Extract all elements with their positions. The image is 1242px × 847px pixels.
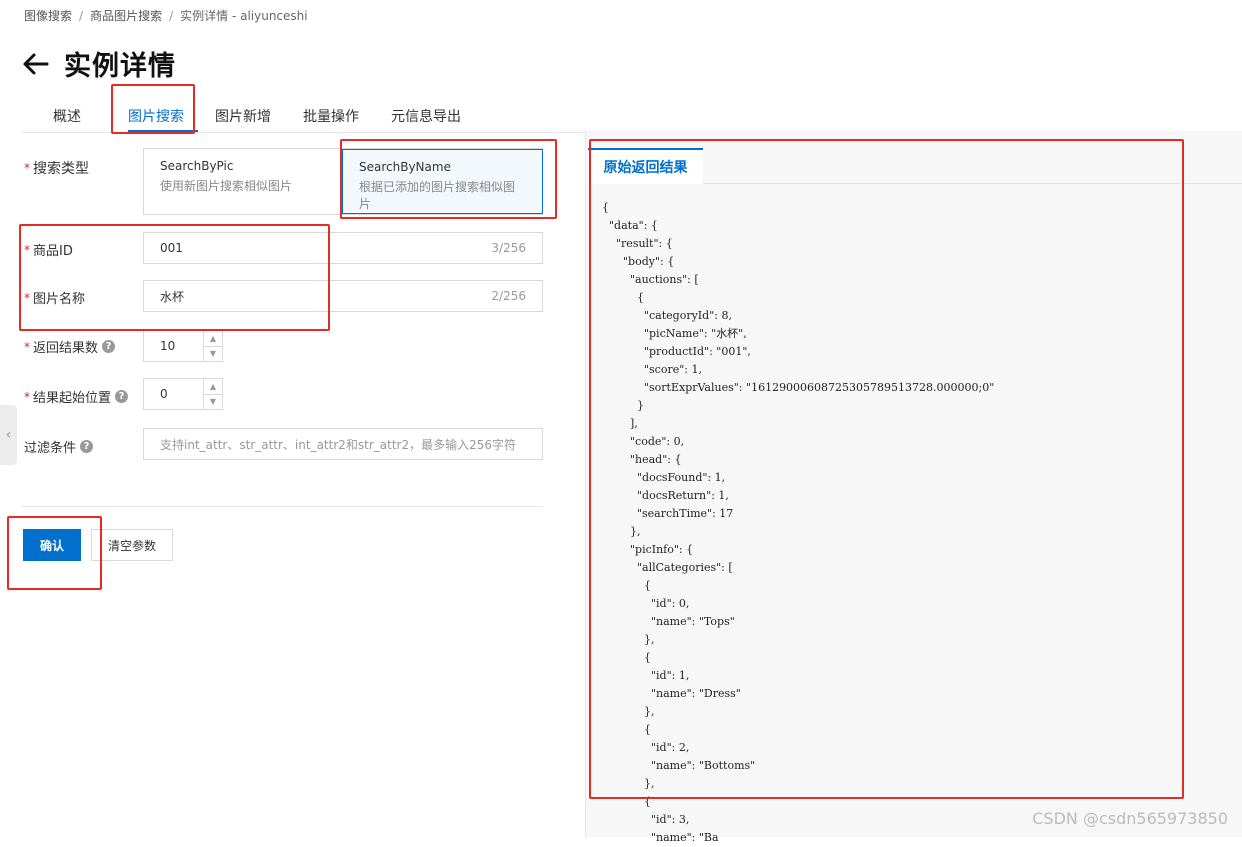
start-position-stepper[interactable]: 0 ▲ ▼ bbox=[143, 378, 223, 410]
page-title: 实例详情 bbox=[64, 51, 176, 82]
breadcrumb-item-image-search[interactable]: 图像搜索 bbox=[24, 9, 72, 23]
sidebar-collapse-handle[interactable]: ‹ bbox=[0, 405, 17, 465]
page-header: 实例详情 bbox=[22, 44, 176, 83]
form-divider bbox=[22, 506, 543, 507]
tab-overview[interactable]: 概述 bbox=[53, 106, 81, 126]
chevron-up-icon[interactable]: ▲ bbox=[204, 379, 222, 395]
annotation-box-confirm bbox=[7, 516, 102, 590]
filter-input[interactable]: 支持int_attr、str_attr、int_attr2和str_attr2，… bbox=[143, 428, 543, 460]
result-count-stepper[interactable]: 10 ▲ ▼ bbox=[143, 330, 223, 362]
annotation-box-search-type bbox=[340, 139, 557, 219]
chevron-down-icon[interactable]: ▼ bbox=[204, 347, 222, 362]
tab-bar: 概述 图片搜索 图片新增 批量操作 元信息导出 bbox=[22, 100, 1242, 133]
arrow-left-icon[interactable] bbox=[22, 50, 50, 78]
annotation-box-result bbox=[589, 139, 1184, 799]
char-counter: 2/256 bbox=[491, 289, 526, 303]
clear-params-button[interactable]: 清空参数 bbox=[91, 529, 173, 561]
start-position-label: * 结果起始位置? bbox=[24, 387, 129, 406]
annotation-box-inputs bbox=[19, 224, 330, 331]
watermark: CSDN @csdn565973850 bbox=[1032, 809, 1228, 828]
search-type-label: * 搜索类型 bbox=[24, 161, 89, 177]
help-icon[interactable]: ? bbox=[102, 340, 116, 353]
option-search-by-pic[interactable]: SearchByPic 使用新图片搜索相似图片 bbox=[144, 149, 342, 214]
help-icon[interactable]: ? bbox=[115, 390, 129, 403]
breadcrumb: 图像搜索 / 商品图片搜索 / 实例详情 - aliyunceshi bbox=[24, 7, 308, 24]
breadcrumb-item-product-search[interactable]: 商品图片搜索 bbox=[90, 9, 162, 23]
tab-metadata-export[interactable]: 元信息导出 bbox=[391, 106, 461, 126]
chevron-down-icon[interactable]: ▼ bbox=[204, 395, 222, 410]
filter-label: 过滤条件? bbox=[24, 437, 94, 456]
breadcrumb-separator: / bbox=[169, 9, 174, 23]
result-count-label: * 返回结果数? bbox=[24, 337, 116, 356]
char-counter: 3/256 bbox=[491, 241, 526, 255]
tab-batch-operation[interactable]: 批量操作 bbox=[303, 106, 359, 126]
breadcrumb-separator: / bbox=[79, 9, 84, 23]
chevron-up-icon[interactable]: ▲ bbox=[204, 331, 222, 347]
annotation-box-tab bbox=[111, 84, 195, 134]
help-icon[interactable]: ? bbox=[80, 440, 94, 453]
tab-image-add[interactable]: 图片新增 bbox=[215, 106, 271, 126]
chevron-left-icon: ‹ bbox=[5, 427, 12, 443]
breadcrumb-item-current: 实例详情 - aliyunceshi bbox=[180, 9, 308, 23]
